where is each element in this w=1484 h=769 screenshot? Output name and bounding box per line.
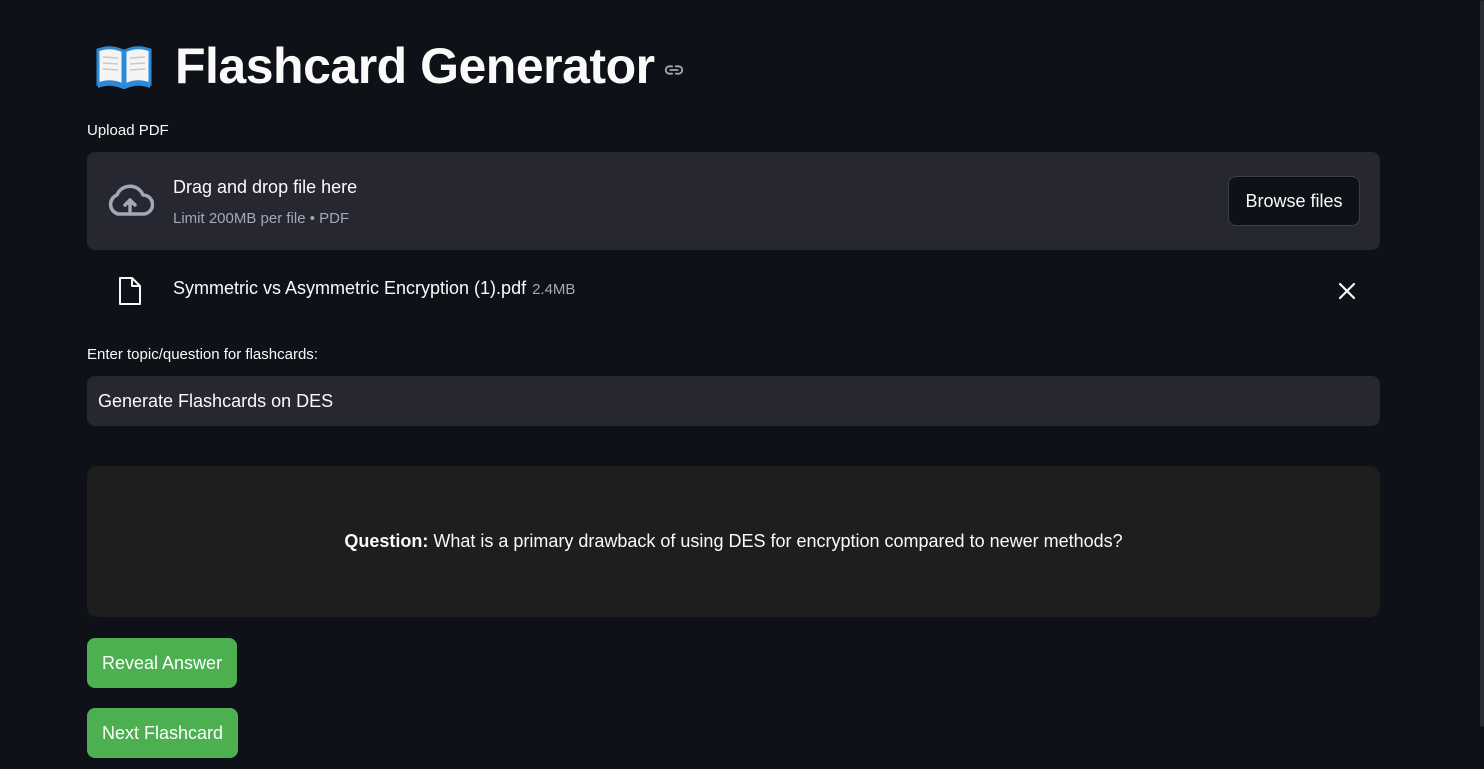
file-size: 2.4MB bbox=[532, 281, 576, 298]
uploaded-file-row: Symmetric vs Asymmetric Encryption (1).p… bbox=[87, 265, 1380, 315]
flashcard: Question: What is a primary drawback of … bbox=[87, 466, 1380, 617]
open-book-icon bbox=[96, 46, 152, 89]
flashcard-question: Question: What is a primary drawback of … bbox=[344, 531, 1122, 552]
close-icon[interactable] bbox=[1335, 279, 1359, 303]
scrollbar[interactable] bbox=[1480, 0, 1484, 727]
upload-label: Upload PDF bbox=[87, 122, 169, 139]
dropzone-subtitle: Limit 200MB per file • PDF bbox=[173, 210, 350, 227]
file-dropzone[interactable]: Drag and drop file here Limit 200MB per … bbox=[87, 152, 1380, 250]
file-name-wrapper: Symmetric vs Asymmetric Encryption (1).p… bbox=[173, 278, 575, 299]
page-header: Flashcard Generator bbox=[95, 36, 685, 96]
topic-input-label: Enter topic/question for flashcards: bbox=[87, 346, 318, 363]
browse-files-button[interactable]: Browse files bbox=[1228, 176, 1360, 226]
file-icon bbox=[119, 277, 141, 305]
question-text: What is a primary drawback of using DES … bbox=[428, 531, 1123, 551]
page-title: Flashcard Generator bbox=[175, 38, 655, 94]
link-icon[interactable] bbox=[663, 59, 685, 81]
file-name: Symmetric vs Asymmetric Encryption (1).p… bbox=[173, 278, 527, 298]
reveal-answer-button[interactable]: Reveal Answer bbox=[87, 638, 238, 688]
app-page: Flashcard Generator Upload PDF Drag and … bbox=[0, 0, 1484, 769]
next-flashcard-button[interactable]: Next Flashcard bbox=[87, 708, 239, 758]
question-label: Question: bbox=[344, 531, 429, 551]
topic-input[interactable] bbox=[87, 376, 1380, 426]
dropzone-title: Drag and drop file here bbox=[173, 177, 358, 197]
cloud-upload-icon bbox=[108, 184, 154, 216]
